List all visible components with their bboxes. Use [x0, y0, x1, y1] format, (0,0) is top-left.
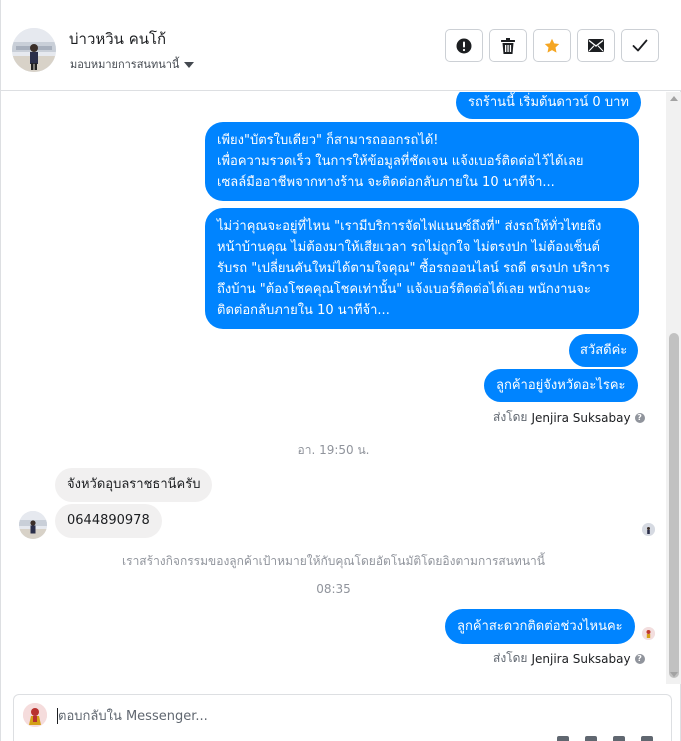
outgoing-message[interactable]: สวัสดีค่ะ [569, 334, 639, 367]
header-actions [445, 29, 659, 62]
outgoing-message[interactable]: ลูกค้าอยู่จังหวัดอะไรคะ [484, 369, 638, 402]
conversation-panel: บ่าวหวิน คนโก้ มอบหมายการสนทนานี้ รถร้าน… [0, 0, 681, 741]
contact-avatar[interactable] [12, 28, 56, 72]
seen-by-avatar [642, 523, 655, 536]
caret-down-icon [184, 61, 195, 68]
sent-by-label: ส่งโดย Jenjira Suksabay ? [493, 649, 645, 668]
timestamp: อา. 19:50 น. [297, 443, 370, 457]
image-icon[interactable] [585, 736, 597, 741]
trash-icon [501, 37, 515, 54]
scroll-down-arrow-icon[interactable] [670, 672, 678, 677]
sent-by-prefix: ส่งโดย [493, 410, 528, 424]
envelope-icon [588, 39, 604, 52]
scroll-up-arrow-icon[interactable] [670, 96, 678, 101]
page-avatar [23, 703, 47, 727]
more-icon[interactable] [641, 736, 653, 741]
star-icon [544, 38, 560, 53]
incoming-message[interactable]: จังหวัดอุบลราชธานีครับ [55, 468, 213, 502]
scrollbar-thumb[interactable] [669, 333, 679, 678]
emoji-icon[interactable] [613, 736, 625, 741]
conversation-header: บ่าวหวิน คนโก้ มอบหมายการสนทนานี้ [1, 0, 681, 91]
attachment-icon[interactable] [557, 736, 569, 741]
check-icon [632, 39, 648, 52]
star-button[interactable] [533, 29, 571, 62]
reply-input[interactable] [58, 706, 618, 726]
outgoing-message[interactable]: ลูกค้าสะดวกติดต่อช่วงไหนคะ [445, 609, 635, 644]
system-note: เราสร้างกิจกรรมของลูกค้าเป้าหมายให้กับคุ… [122, 554, 545, 568]
info-icon[interactable]: ? [634, 653, 645, 664]
mark-done-button[interactable] [621, 29, 659, 62]
mark-unread-button[interactable] [577, 29, 615, 62]
sent-by-prefix: ส่งโดย [493, 651, 528, 665]
outgoing-message[interactable]: ไม่ว่าคุณจะอยู่ที่ไหน "เรามีบริการจัดไฟแ… [205, 208, 639, 329]
sender-name[interactable]: Jenjira Suksabay [531, 411, 630, 425]
contact-avatar-small[interactable] [19, 511, 47, 539]
mark-spam-button[interactable] [445, 29, 483, 62]
alert-icon [456, 38, 472, 53]
outgoing-message[interactable]: รถร้านนี้ เริ่มต้นดาวน์ 0 บาท [456, 92, 641, 119]
incoming-message[interactable]: 0644890978 [55, 504, 162, 538]
sender-name[interactable]: Jenjira Suksabay [531, 652, 630, 666]
timestamp: 08:35 [316, 582, 351, 596]
assign-label: มอบหมายการสนทนานี้ [70, 58, 180, 71]
message-thread[interactable]: รถร้านนี้ เริ่มต้นดาวน์ 0 บาท เพียง"บัตร… [1, 92, 681, 684]
assign-conversation-dropdown[interactable]: มอบหมายการสนทนานี้ [70, 55, 195, 73]
reply-composer [13, 694, 672, 741]
agent-seen-avatar [642, 627, 655, 640]
composer-tools [557, 736, 653, 741]
info-icon[interactable]: ? [634, 412, 645, 423]
contact-name[interactable]: บ่าวหวิน คนโก้ [69, 27, 166, 51]
sent-by-label: ส่งโดย Jenjira Suksabay ? [493, 408, 645, 427]
delete-button[interactable] [489, 29, 527, 62]
outgoing-message[interactable]: เพียง"บัตรใบเดียว" ก็สามารถออกรถได้! เพื… [205, 122, 639, 201]
